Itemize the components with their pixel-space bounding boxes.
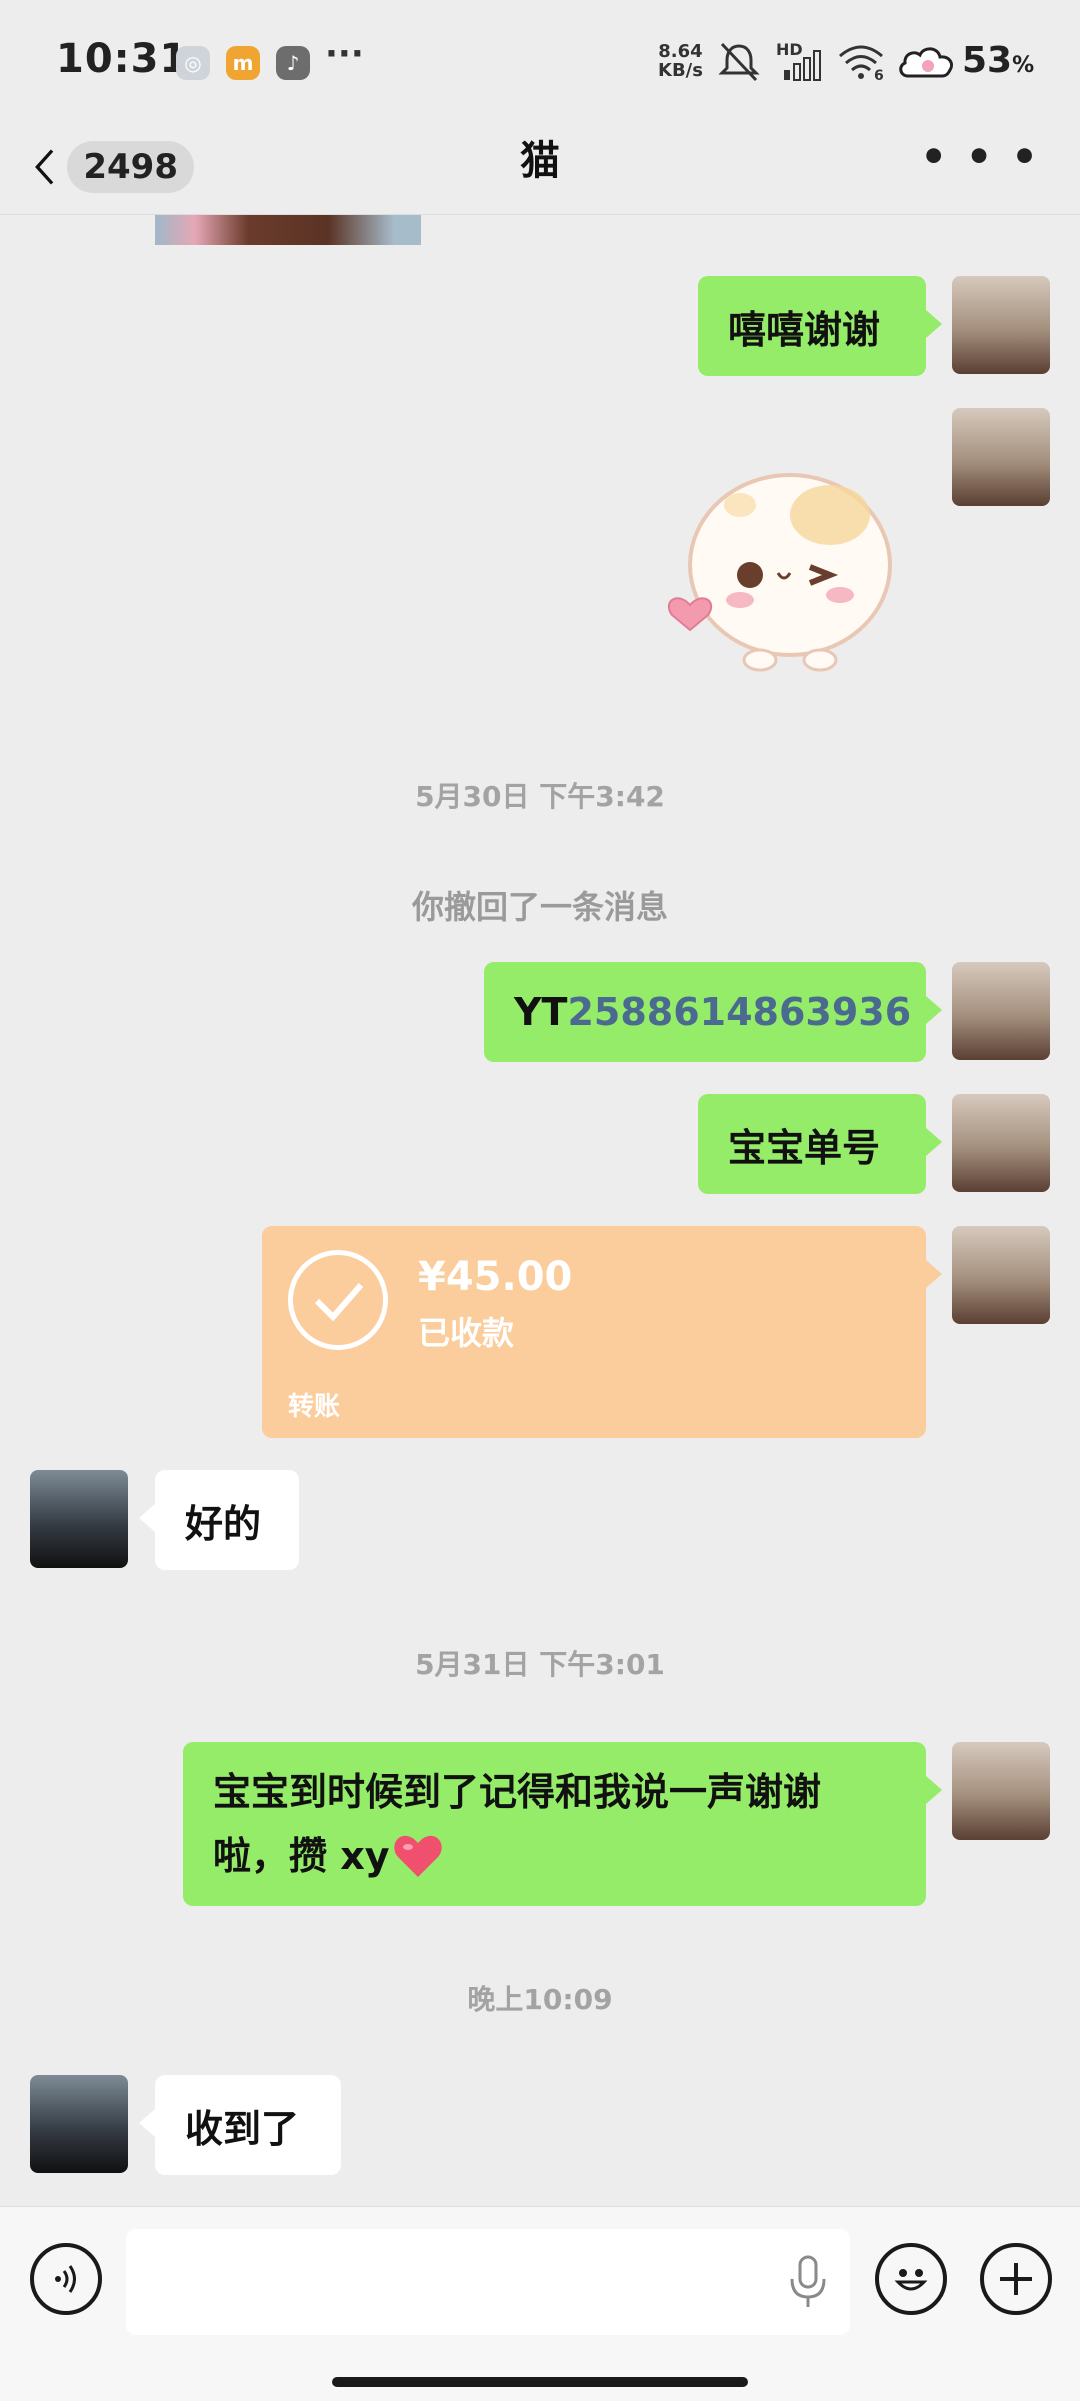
message-bubble[interactable]: YT 2588614863936	[484, 962, 942, 1062]
message-timestamp: 5月31日 下午3:01	[415, 1648, 665, 1681]
message-bubble[interactable]: 宝宝到时候到了记得和我说一声谢谢 啦，攒 xy	[183, 1742, 942, 1906]
sticker-message[interactable]	[660, 455, 910, 685]
message-text-line: 啦，攒 xy	[213, 1824, 444, 1888]
cat-sticker-icon	[667, 473, 892, 672]
mi-icon: m	[226, 46, 260, 80]
avatar[interactable]	[30, 2075, 128, 2173]
avatar[interactable]	[952, 1226, 1050, 1324]
avatar[interactable]	[952, 408, 1050, 506]
chat-header: 2498 猫 • • •	[0, 118, 1080, 215]
avatar[interactable]	[952, 276, 1050, 374]
voice-mode-button[interactable]	[30, 2243, 102, 2315]
message-text: 好的	[185, 1501, 262, 1546]
battery-unit: %	[1012, 53, 1035, 78]
emoji-button[interactable]	[875, 2243, 947, 2315]
voice-wave-icon	[55, 2265, 76, 2293]
net-speed-unit: KB/s	[658, 60, 703, 81]
more-dots-icon: ···	[325, 34, 364, 74]
message-timestamp: 晚上10:09	[467, 1983, 613, 2016]
message-text: YT	[514, 990, 568, 1034]
message-bubble[interactable]: 嘻嘻谢谢	[698, 276, 942, 376]
battery-value: 53	[962, 40, 1013, 81]
status-bar: 10:31 ◎ m ♪ ··· 8.64 KB/s HD 6 53%	[0, 0, 1080, 118]
message-bubble[interactable]: 好的	[139, 1470, 299, 1570]
avatar[interactable]	[952, 1742, 1050, 1840]
smile-icon	[894, 2269, 928, 2291]
message-text-line: 宝宝到时候到了记得和我说一声谢谢	[213, 1770, 822, 1814]
plus-icon	[1000, 2263, 1032, 2295]
microphone-icon[interactable]	[786, 2253, 830, 2313]
message-bubble[interactable]: 收到了	[139, 2075, 341, 2175]
tracking-number-link[interactable]: 2588614863936	[567, 990, 911, 1034]
home-indicator[interactable]	[332, 2377, 748, 2387]
message-bubble[interactable]: 宝宝单号	[698, 1094, 942, 1194]
heart-icon	[393, 1835, 442, 1877]
weibo-icon: ◎	[176, 46, 210, 80]
message-timestamp: 5月30日 下午3:42	[415, 780, 665, 813]
status-time: 10:31	[56, 36, 189, 82]
image-message-partial[interactable]	[155, 215, 421, 245]
chat-messages[interactable]: 嘻嘻谢谢 5月30日 下午3:42 你撤回了一条消息 YT 25886148639…	[0, 215, 1080, 2205]
cloud-icon	[899, 47, 954, 78]
message-text: 收到了	[185, 2106, 300, 2151]
chat-title: 猫	[520, 138, 560, 184]
recall-notice: 你撤回了一条消息	[411, 888, 668, 926]
transfer-status: 已收款	[418, 1314, 515, 1352]
net-speed-value: 8.64	[658, 41, 703, 62]
message-text: 嘻嘻谢谢	[728, 307, 881, 352]
avatar[interactable]	[30, 1470, 128, 1568]
input-bar	[0, 2206, 1080, 2401]
signal-icon	[784, 50, 821, 81]
mute-icon	[718, 42, 760, 82]
wifi-label: 6	[874, 68, 884, 84]
tiktok-icon: ♪	[276, 46, 310, 80]
avatar[interactable]	[952, 1094, 1050, 1192]
more-functions-button[interactable]	[980, 2243, 1052, 2315]
transfer-label: 转账	[288, 1392, 341, 1422]
transfer-card[interactable]: ¥45.00 已收款 转账	[262, 1226, 942, 1438]
more-options-icon[interactable]: • • •	[920, 132, 1040, 181]
avatar[interactable]	[952, 962, 1050, 1060]
battery-level: 53%	[962, 40, 1034, 81]
transfer-amount: ¥45.00	[418, 1254, 573, 1300]
net-speed: 8.64 KB/s	[658, 42, 703, 80]
message-text: 啦，攒 xy	[213, 1834, 390, 1878]
message-text: 宝宝单号	[728, 1125, 881, 1170]
message-input[interactable]	[126, 2229, 850, 2335]
check-circle-icon	[288, 1250, 388, 1350]
